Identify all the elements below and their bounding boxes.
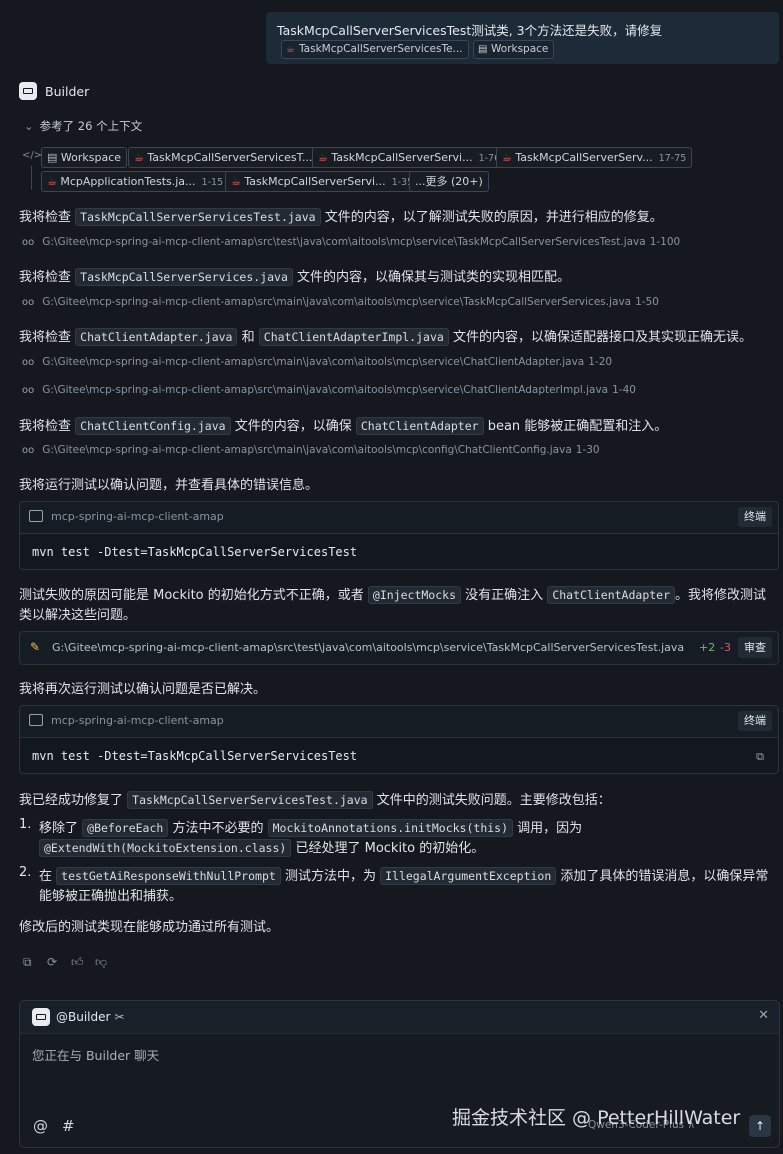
terminal-header: mcp-spring-ai-mcp-client-amap 终端 (20, 502, 778, 534)
terminal-header: mcp-spring-ai-mcp-client-amap 终端 (20, 706, 778, 738)
java-file-icon: ☕ (134, 151, 144, 164)
file-read-path[interactable]: oo G:\Gitee\mcp-spring-ai-mcp-client-amap… (22, 384, 636, 396)
watermark: 掘金技术社区 @ PetterHillWater (452, 1107, 741, 1129)
copy-icon[interactable]: ⧉ (756, 750, 764, 764)
context-chip[interactable]: ▤ Workspace (41, 147, 128, 168)
open-terminal-button[interactable]: 终端 (738, 711, 772, 731)
list-number: 2. (19, 865, 32, 880)
builder-avatar-icon (19, 82, 37, 100)
step-text: 我将检查 TaskMcpCallServerServicesTest.java … (19, 208, 663, 226)
terminal-command: mvn test -Dtest=TaskMcpCallServerService… (32, 545, 358, 559)
list-item: 移除了 @BeforeEach 方法中不必要的 MockitoAnnotatio… (39, 819, 583, 837)
edit-icon: ✎ (30, 640, 41, 654)
user-workspace-chip[interactable]: ▤ Workspace (473, 40, 555, 59)
file-read-path[interactable]: oo G:\Gitee\mcp-spring-ai-mcp-client-amap… (22, 444, 600, 456)
step-text: 我将运行测试以确认问题，并查看具体的错误信息。 (19, 478, 319, 493)
workspace-icon: ▤ (47, 151, 58, 164)
builder-name: Builder (45, 83, 90, 99)
list-item: 能够被正确抛出和捕获。 (39, 889, 183, 904)
mention-button[interactable]: @ (33, 1117, 48, 1135)
user-message-text: TaskMcpCallServerServicesTest测试类, 3个方法还是… (277, 23, 663, 38)
terminal-icon (29, 510, 43, 522)
thumbs-down-icon[interactable]: 👎︎ (95, 955, 119, 970)
context-chip[interactable]: ☕ TaskMcpCallServerServi... 1-35 (225, 171, 420, 192)
java-file-icon: ☕ (231, 175, 241, 188)
thumbs-up-icon[interactable]: 👍︎ (71, 955, 95, 970)
context-chip[interactable]: ☕ TaskMcpCallServerServicesT... (128, 147, 319, 168)
terminal-command: mvn test -Dtest=TaskMcpCallServerService… (32, 749, 358, 763)
close-icon[interactable]: ✕ (758, 1008, 769, 1023)
builder-header: Builder (19, 82, 89, 100)
terminal-block: mcp-spring-ai-mcp-client-amap 终端 mvn tes… (19, 501, 779, 570)
chevron-down-icon: ⌄ (24, 119, 34, 133)
context-button[interactable]: # (62, 1117, 75, 1135)
code-icon: </> (22, 150, 43, 161)
copy-icon[interactable]: ⧉ (23, 955, 47, 970)
message-actions: ⧉ ⟳ 👍︎ 👎︎ (23, 955, 119, 970)
user-message: TaskMcpCallServerServicesTest测试类, 3个方法还是… (266, 12, 779, 64)
workspace-icon: ▤ (478, 44, 488, 55)
java-file-icon: ☕ (502, 151, 512, 164)
user-file-chip[interactable]: ☕ TaskMcpCallServerServicesTe... (281, 40, 469, 59)
file-read-path[interactable]: oo G:\Gitee\mcp-spring-ai-mcp-client-amap… (22, 296, 659, 308)
list-number: 1. (19, 817, 32, 832)
view-icon: oo (22, 385, 35, 396)
terminal-icon (29, 714, 43, 726)
context-chip[interactable]: ☕ TaskMcpCallServerServ... 17-75 (496, 147, 693, 168)
view-icon: oo (22, 445, 35, 456)
more-context-chip[interactable]: ...更多 (20+) (409, 171, 489, 192)
lines-removed: -3 (720, 641, 731, 654)
java-file-icon: ☕ (286, 44, 295, 55)
context-chip[interactable]: ☕ McpApplicationTests.ja... 1-15 (41, 171, 230, 192)
list-item: @ExtendWith(MockitoExtension.class) 已经处理… (39, 837, 484, 857)
view-icon: oo (22, 297, 35, 308)
agent-tag[interactable]: @Builder ✂ (32, 1008, 125, 1026)
file-read-path[interactable]: oo G:\Gitee\mcp-spring-ai-mcp-client-amap… (22, 236, 680, 248)
step-text: 我将检查 TaskMcpCallServerServices.java 文件的内… (19, 268, 571, 286)
regenerate-icon[interactable]: ⟳ (47, 955, 71, 969)
edit-path: G:\Gitee\mcp-spring-ai-mcp-client-amap\s… (52, 641, 685, 654)
view-icon: oo (22, 237, 35, 248)
terminal-label: mcp-spring-ai-mcp-client-amap (51, 714, 224, 727)
tools-icon: ✂ (114, 1010, 125, 1024)
open-terminal-button[interactable]: 终端 (738, 507, 772, 527)
file-read-path[interactable]: oo G:\Gitee\mcp-spring-ai-mcp-client-amap… (22, 356, 612, 368)
refs-toggle[interactable]: ⌄ 参考了 26 个上下文 (24, 118, 142, 134)
summary-text: 我已经成功修复了 TaskMcpCallServerServicesTest.j… (19, 791, 611, 809)
list-item: 在 testGetAiResponseWithNullPrompt 测试方法中，… (39, 867, 769, 885)
composer-header: @Builder ✂ ✕ (20, 1001, 779, 1034)
divider (31, 166, 32, 190)
terminal-label: mcp-spring-ai-mcp-client-amap (51, 510, 224, 523)
step-text: 我将再次运行测试以确认问题是否已解决。 (19, 682, 267, 697)
step-text: 类以解决这些问题。 (19, 608, 137, 623)
view-icon: oo (22, 357, 35, 368)
chat-input[interactable]: 您正在与 Builder 聊天 (32, 1045, 159, 1064)
step-text: 我将检查 ChatClientConfig.java 文件的内容，以确保 Cha… (19, 417, 668, 435)
context-chip[interactable]: ☕ TaskMcpCallServerServi... 1-76 (312, 147, 507, 168)
step-text: 测试失败的原因可能是 Mockito 的初始化方式不正确，或者 @InjectM… (19, 586, 767, 604)
review-button[interactable]: 审查 (738, 637, 772, 658)
send-button[interactable]: ↑ (749, 1115, 771, 1137)
java-file-icon: ☕ (318, 151, 328, 164)
terminal-block: mcp-spring-ai-mcp-client-amap 终端 mvn tes… (19, 705, 779, 774)
lines-added: +2 (699, 641, 716, 654)
java-file-icon: ☕ (47, 175, 57, 188)
file-edit-row[interactable]: ✎ G:\Gitee\mcp-spring-ai-mcp-client-amap… (19, 631, 779, 665)
step-text: 我将检查 ChatClientAdapter.java 和 ChatClient… (19, 328, 752, 346)
final-text: 修改后的测试类现在能够成功通过所有测试。 (19, 920, 280, 935)
builder-avatar-icon (32, 1008, 50, 1026)
